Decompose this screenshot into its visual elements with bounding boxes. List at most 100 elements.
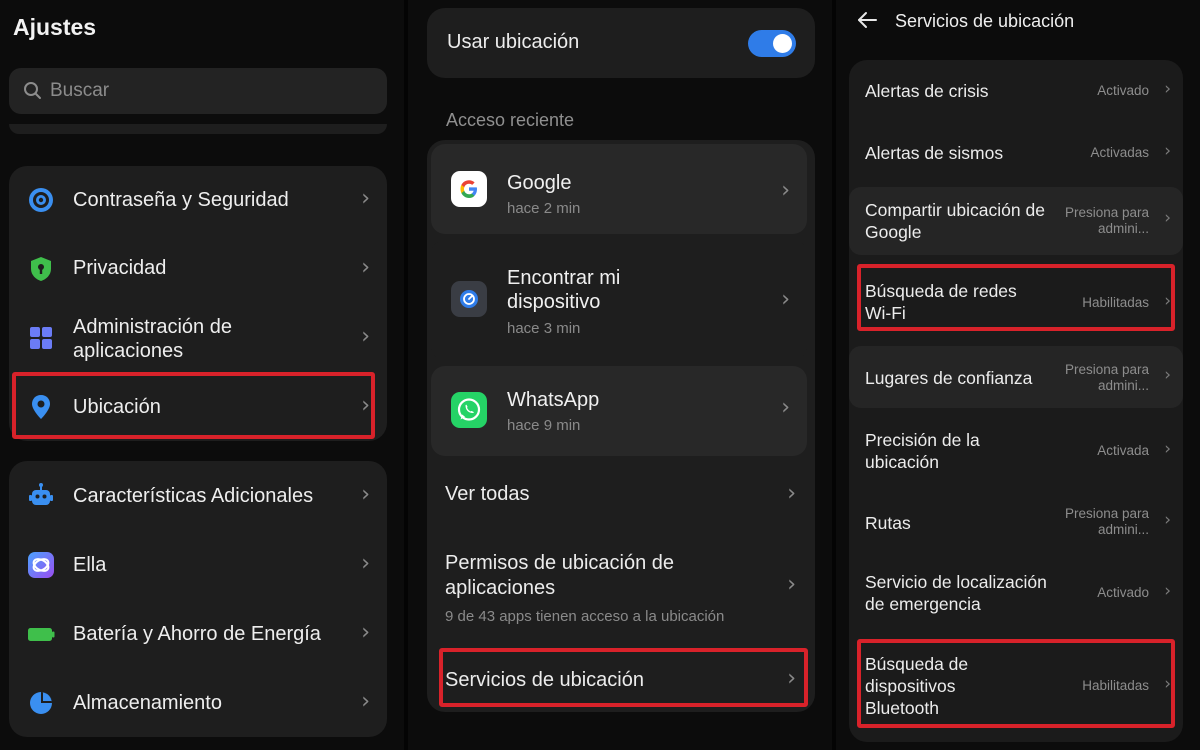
use-location-switch[interactable] — [748, 30, 796, 57]
chevron-right-icon: › — [787, 481, 796, 506]
battery-icon — [27, 620, 55, 648]
row-routes[interactable]: Rutas Presiona para admini... › — [849, 492, 1183, 554]
row-value: Activado — [1097, 83, 1149, 98]
scrolled-card-edge — [9, 124, 387, 134]
location-panel: Usar ubicación Acceso reciente Google ha… — [408, 0, 832, 750]
row-google-location-sharing[interactable]: Compartir ubicación de Google Presiona p… — [849, 187, 1183, 255]
page-title: Servicios de ubicación — [895, 11, 1075, 31]
chevron-right-icon: › — [361, 255, 370, 280]
app-access-time: hace 9 min — [507, 417, 581, 434]
see-all-label: Ver todas — [445, 483, 530, 505]
recent-access-heading: Acceso reciente — [446, 110, 575, 130]
privacy-shield-icon — [27, 255, 55, 283]
search-icon — [23, 81, 43, 106]
switch-knob — [773, 34, 792, 53]
use-location-toggle-row[interactable]: Usar ubicación — [427, 8, 815, 78]
chevron-right-icon: › — [1164, 439, 1171, 459]
chevron-right-icon: › — [361, 324, 370, 349]
row-value: Presiona para admini... — [1064, 506, 1149, 537]
whatsapp-icon — [451, 392, 487, 428]
settings-item-location[interactable]: Ubicación › — [9, 372, 387, 441]
row-label: Lugares de confianza — [865, 368, 1033, 388]
search-input[interactable]: Buscar — [9, 68, 387, 114]
page-title: Ajustes — [13, 14, 97, 40]
row-label: Búsqueda de dispositivos Bluetooth — [865, 654, 969, 718]
settings-item-label: Almacenamiento — [73, 692, 222, 714]
location-pin-icon — [27, 393, 55, 421]
chevron-right-icon: › — [1164, 79, 1171, 99]
app-name: Google — [507, 172, 572, 194]
row-value: Habilitadas — [1082, 295, 1149, 310]
row-value: Activada — [1097, 443, 1149, 458]
find-my-device-icon — [451, 281, 487, 317]
row-earthquake-alerts[interactable]: Alertas de sismos Activadas › — [849, 122, 1183, 184]
settings-item-label: Administración de aplicaciones — [73, 316, 232, 362]
security-target-icon — [27, 186, 55, 214]
storage-pie-icon — [27, 689, 55, 717]
app-access-time: hace 2 min — [507, 200, 581, 217]
row-location-accuracy[interactable]: Precisión de la ubicación Activada › — [849, 416, 1183, 486]
top-bar: Servicios de ubicación — [836, 0, 1200, 44]
location-services-label: Servicios de ubicación — [445, 669, 644, 691]
chevron-right-icon: › — [781, 178, 790, 203]
row-trusted-places[interactable]: Lugares de confianza Presiona para admin… — [849, 346, 1183, 408]
settings-item-label: Privacidad — [73, 257, 167, 279]
row-value: Activado — [1097, 585, 1149, 600]
settings-panel: Ajustes Buscar Contraseña y Seguridad › … — [0, 0, 404, 750]
chevron-right-icon: › — [781, 395, 790, 420]
recent-app-find-my-device[interactable]: Encontrar mi dispositivo hace 3 min › — [431, 240, 807, 360]
settings-item-battery[interactable]: Batería y Ahorro de Energía › — [9, 599, 387, 668]
row-value: Presiona para admini... — [1064, 205, 1149, 236]
settings-item-label: Contraseña y Seguridad — [73, 189, 289, 211]
row-wifi-scanning[interactable]: Búsqueda de redes Wi-Fi Habilitadas › — [849, 267, 1183, 337]
settings-item-additional-features[interactable]: Características Adicionales › — [9, 461, 387, 530]
chevron-right-icon: › — [1164, 141, 1171, 161]
row-value: Presiona para admini... — [1064, 362, 1149, 393]
chevron-right-icon: › — [787, 666, 796, 691]
location-card: Google hace 2 min › Encontrar mi disposi… — [427, 140, 815, 712]
row-emergency-location-service[interactable]: Servicio de localización de emergencia A… — [849, 560, 1183, 630]
row-label: Alertas de crisis — [865, 81, 989, 101]
settings-item-label: Ubicación — [73, 396, 161, 418]
row-label: Rutas — [865, 513, 911, 533]
location-services-row[interactable]: Servicios de ubicación › — [427, 645, 815, 712]
chevron-right-icon: › — [361, 689, 370, 714]
settings-item-app-management[interactable]: Administración de aplicaciones › — [9, 304, 387, 372]
location-services-panel: Servicios de ubicación Alertas de crisis… — [836, 0, 1200, 750]
search-placeholder: Buscar — [50, 80, 110, 101]
chevron-right-icon: › — [787, 572, 796, 597]
settings-item-label: Batería y Ahorro de Energía — [73, 623, 321, 645]
chevron-right-icon: › — [1164, 581, 1171, 601]
settings-group-security: Contraseña y Seguridad › Privacidad › Ad… — [9, 166, 387, 441]
back-arrow-icon[interactable] — [856, 9, 878, 36]
settings-item-password-security[interactable]: Contraseña y Seguridad › — [9, 166, 387, 234]
see-all-row[interactable]: Ver todas › — [427, 460, 815, 530]
row-label: Precisión de la ubicación — [865, 430, 980, 472]
row-value: Habilitadas — [1082, 678, 1149, 693]
recent-app-google[interactable]: Google hace 2 min › — [431, 144, 807, 234]
app-location-permissions-row[interactable]: Permisos de ubicación de aplicaciones 9 … — [427, 530, 815, 640]
settings-item-privacy[interactable]: Privacidad › — [9, 234, 387, 304]
chevron-right-icon: › — [361, 551, 370, 576]
location-services-list: Alertas de crisis Activado › Alertas de … — [849, 60, 1183, 742]
settings-group-features: Características Adicionales › Ella › Bat… — [9, 461, 387, 737]
row-label: Compartir ubicación de Google — [865, 200, 1045, 242]
use-location-label: Usar ubicación — [447, 31, 580, 53]
row-crisis-alerts[interactable]: Alertas de crisis Activado › — [849, 60, 1183, 122]
permissions-title: Permisos de ubicación de aplicaciones — [445, 552, 675, 599]
settings-item-ella[interactable]: Ella › — [9, 530, 387, 599]
chevron-right-icon: › — [1164, 510, 1171, 530]
settings-item-label: Características Adicionales — [73, 485, 314, 507]
row-value: Activadas — [1090, 145, 1149, 160]
chevron-right-icon: › — [361, 482, 370, 507]
settings-item-label: Ella — [73, 554, 107, 576]
ella-assistant-icon — [27, 551, 55, 579]
permissions-subtitle: 9 de 43 apps tienen acceso a la ubicació… — [445, 608, 725, 625]
recent-app-whatsapp[interactable]: WhatsApp hace 9 min › — [431, 366, 807, 456]
chevron-right-icon: › — [361, 620, 370, 645]
row-bluetooth-scanning[interactable]: Búsqueda de dispositivos Bluetooth Habil… — [849, 644, 1183, 734]
chevron-right-icon: › — [1164, 674, 1171, 694]
settings-item-storage[interactable]: Almacenamiento › — [9, 668, 387, 737]
row-label: Alertas de sismos — [865, 143, 1004, 163]
chevron-right-icon: › — [1164, 208, 1171, 228]
